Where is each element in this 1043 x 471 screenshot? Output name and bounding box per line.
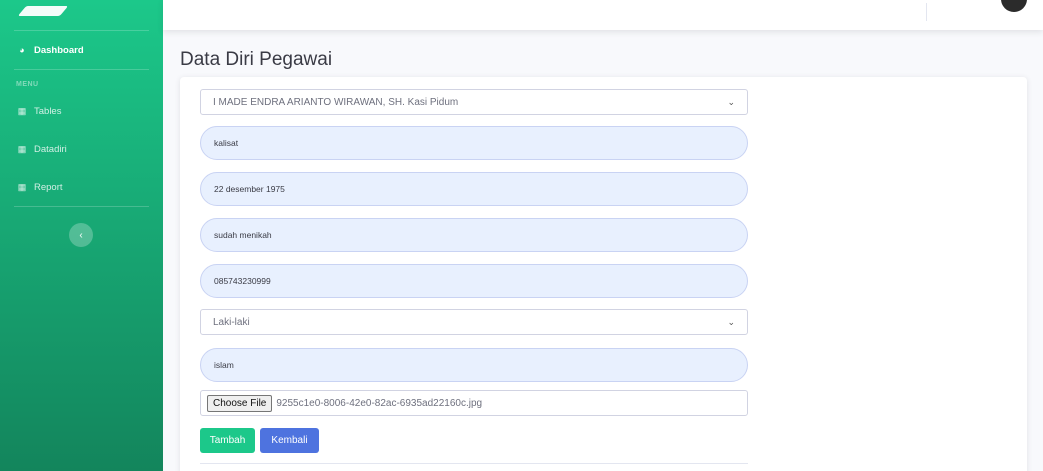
chevron-down-icon: ⌄ [727,96,735,107]
table-icon: ▦ [17,181,27,192]
brand[interactable] [0,0,163,30]
chevron-down-icon: ⌄ [727,316,735,327]
tambah-button[interactable]: Tambah [200,428,255,453]
tachometer-icon: ◕ [19,45,25,55]
phone-field[interactable]: 085743230999 [200,264,748,298]
sidebar-heading: MENU [16,81,39,88]
sidebar-toggle-button[interactable]: ‹ [69,223,93,247]
photo-file-input[interactable]: Choose File 9255c1e0-8006-42e0-82ac-6935… [200,390,748,416]
card-divider [200,463,748,464]
user-avatar[interactable] [1001,0,1027,12]
brand-logo-icon [17,6,69,16]
employee-select[interactable]: I MADE ENDRA ARIANTO WIRAWAN, SH. Kasi P… [200,89,748,115]
sidebar-item-datadiri[interactable]: ▦ Datadiri [0,130,163,168]
gender-select[interactable]: Laki-laki ⌄ [200,309,748,335]
employee-select-value: I MADE ENDRA ARIANTO WIRAWAN, SH. Kasi P… [213,96,459,108]
religion-field[interactable]: islam [200,348,748,382]
sidebar-divider [14,206,149,207]
sidebar-item-dashboard[interactable]: ◕ Dashboard [0,31,163,69]
choose-file-button[interactable]: Choose File [207,394,273,412]
kembali-button[interactable]: Kembali [260,428,319,453]
sidebar-item-label: Datadiri [34,143,67,155]
sidebar-item-label: Tables [34,105,62,117]
sidebar-item-tables[interactable]: ▦ Tables [0,92,163,130]
table-icon: ▦ [17,105,27,116]
sidebar-item-label: Dashboard [34,44,84,56]
marital-status-field[interactable]: sudah menikah [200,218,748,252]
gender-select-value: Laki-laki [213,316,250,328]
table-icon: ▦ [17,143,27,154]
page-title: Data Diri Pegawai [180,49,333,70]
chevron-left-icon: ‹ [79,229,83,241]
birthdate-field[interactable]: 22 desember 1975 [200,172,748,206]
file-name: 9255c1e0-8006-42e0-82ac-6935ad22160c.jpg [276,397,483,409]
sidebar: ◕ Dashboard MENU ▦ Tables ▦ Datadiri ▦ R… [0,0,163,471]
birthplace-field[interactable]: kalisat [200,126,748,160]
sidebar-item-label: Report [34,181,63,193]
topbar-divider [926,3,927,21]
sidebar-item-report[interactable]: ▦ Report [0,168,163,206]
sidebar-divider [14,69,149,70]
topbar [163,0,1043,30]
